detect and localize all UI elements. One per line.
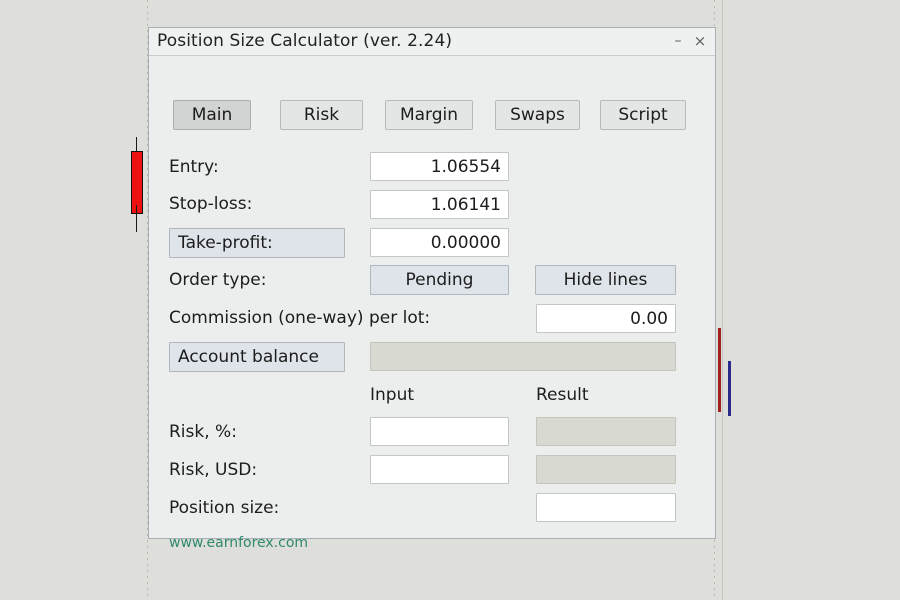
order-type-button[interactable]: Pending	[370, 265, 509, 295]
position-size-result[interactable]	[536, 493, 676, 522]
risk-percent-input[interactable]	[370, 417, 509, 446]
stoploss-input[interactable]: 1.06141	[370, 190, 509, 219]
commission-label: Commission (one-way) per lot:	[169, 308, 431, 328]
chart-axis-line	[722, 0, 723, 600]
risk-usd-result	[536, 455, 676, 484]
risk-usd-input[interactable]	[370, 455, 509, 484]
entry-input[interactable]: 1.06554	[370, 152, 509, 181]
input-column-header: Input	[370, 385, 415, 405]
stoploss-label: Stop-loss:	[169, 194, 253, 214]
result-column-header: Result	[536, 385, 589, 405]
position-size-label: Position size:	[169, 498, 280, 518]
risk-percent-label: Risk, %:	[169, 422, 237, 442]
account-balance-button[interactable]: Account balance	[169, 342, 345, 372]
tab-risk[interactable]: Risk	[280, 100, 363, 130]
tab-script[interactable]: Script	[600, 100, 686, 130]
window-title: Position Size Calculator (ver. 2.24)	[157, 31, 453, 51]
stoploss-level-line	[728, 361, 731, 416]
commission-input[interactable]: 0.00	[536, 304, 676, 333]
candle-wick-lower	[136, 205, 137, 232]
take-profit-button[interactable]: Take-profit:	[169, 228, 345, 258]
account-balance-display	[370, 342, 676, 371]
candle-wick-upper	[136, 137, 137, 215]
hide-lines-button[interactable]: Hide lines	[535, 265, 676, 295]
risk-usd-label: Risk, USD:	[169, 460, 258, 480]
tab-swaps[interactable]: Swaps	[495, 100, 580, 130]
tab-margin[interactable]: Margin	[385, 100, 473, 130]
window-body: Main Risk Margin Swaps Script Entry: 1.0…	[149, 56, 715, 551]
order-type-label: Order type:	[169, 270, 267, 290]
take-profit-input[interactable]: 0.00000	[370, 228, 509, 257]
minimize-icon[interactable]: –	[669, 32, 687, 50]
risk-percent-result	[536, 417, 676, 446]
website-link[interactable]: www.earnforex.com	[169, 535, 308, 551]
position-size-calculator-window: Position Size Calculator (ver. 2.24) – ×…	[148, 27, 716, 551]
window-titlebar[interactable]: Position Size Calculator (ver. 2.24) – ×	[149, 28, 715, 56]
entry-label: Entry:	[169, 157, 219, 177]
candle-body-bearish	[131, 151, 143, 214]
close-icon[interactable]: ×	[691, 32, 709, 50]
entry-level-line	[718, 328, 721, 412]
tab-main[interactable]: Main	[173, 100, 251, 130]
